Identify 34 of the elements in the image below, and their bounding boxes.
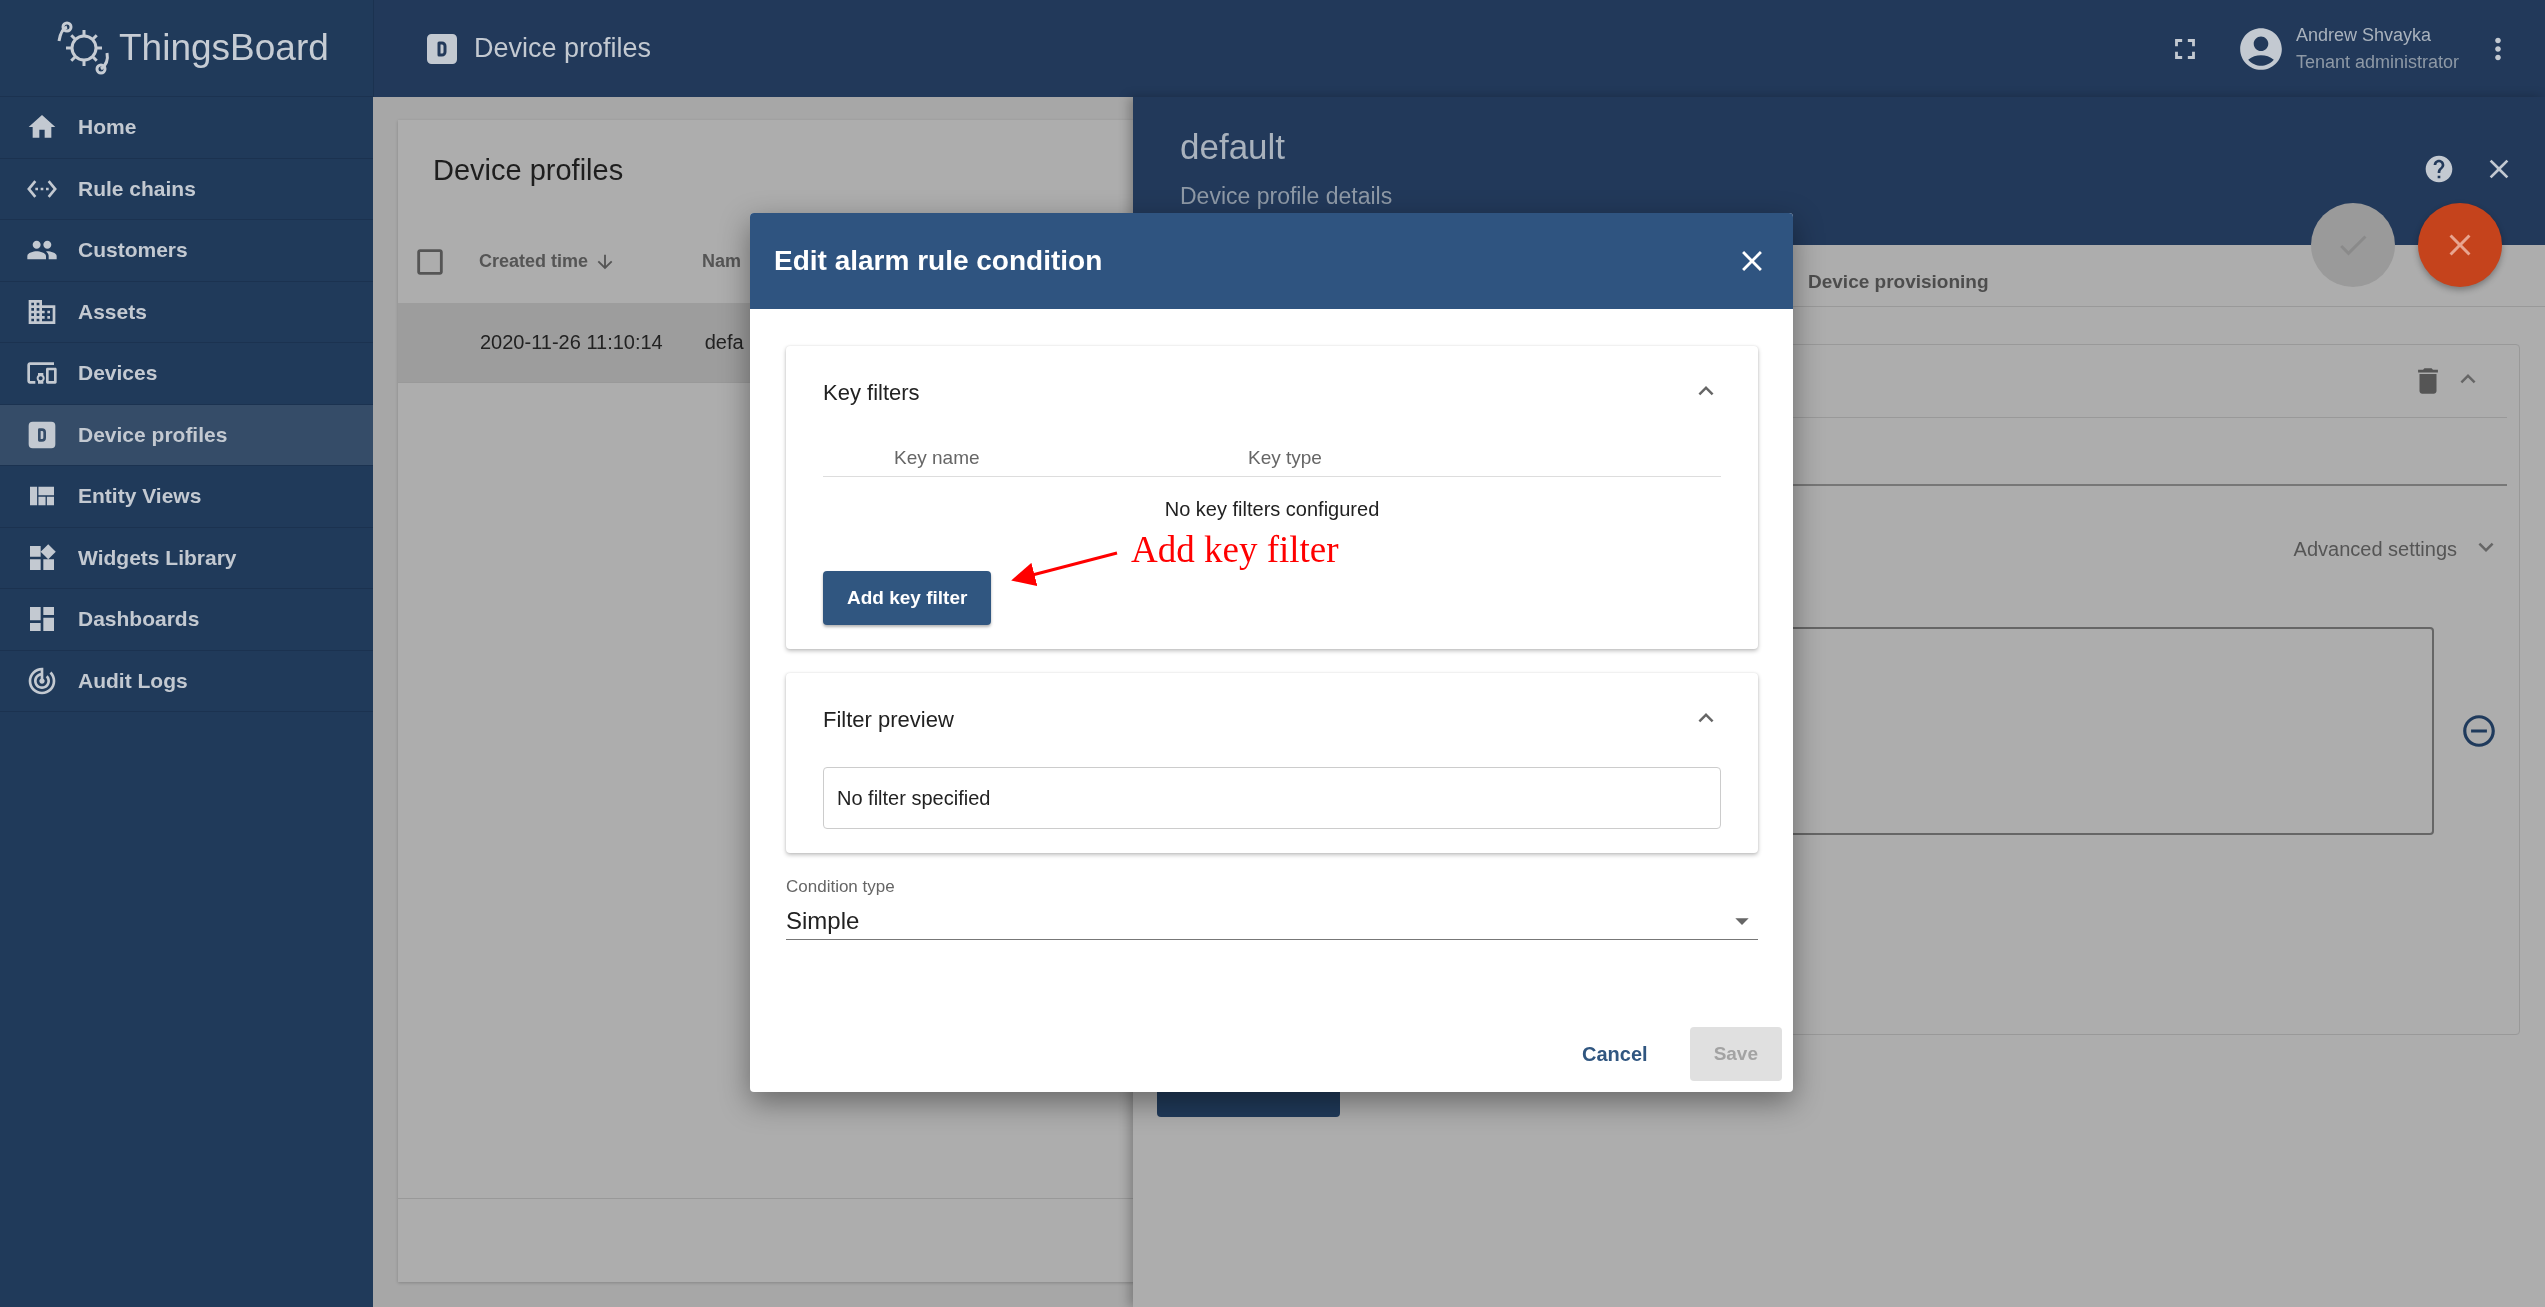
page-title: Device profiles [474,33,652,64]
cancel-button[interactable]: Cancel [1564,1027,1666,1081]
filter-preview-field: No filter specified [823,767,1721,829]
sidebar-item[interactable]: Assets [0,281,373,343]
help-icon[interactable] [2423,153,2455,185]
sidebar-item[interactable]: Audit Logs [0,650,373,712]
list-title: Device profiles [432,152,625,188]
field-label: Condition type [786,877,896,897]
sidebar-item[interactable]: Customers [0,220,373,282]
user-role: Tenant administrator [2295,51,2459,73]
sidebar-item[interactable]: Home [0,97,373,159]
condition-type-select[interactable]: Simple [786,907,860,935]
table-cell: 2020-11-26 11:10:14 [480,331,663,354]
logo-text: ThingsBoard [119,27,329,69]
annotation-text: Add key filter [1131,528,1339,571]
column-header: Key name [894,447,981,469]
panel-title[interactable]: Filter preview [823,707,954,733]
sidebar-item[interactable]: Dashboards [0,589,373,651]
details-subtitle: Device profile details [1180,183,1393,210]
empty-message: No key filters configured [1164,498,1380,520]
panel-title[interactable]: Key filters [823,380,920,406]
table-cell: defa [704,331,744,354]
dialog-title: Edit alarm rule condition [774,245,1103,277]
close-fab[interactable] [2418,203,2502,287]
remove-icon[interactable] [2460,712,2498,750]
column-header: Key type [1248,447,1323,469]
sidebar-item[interactable]: Devices [0,343,373,405]
tab[interactable]: Device provisioning [1808,270,1989,293]
sidebar-item[interactable]: Entity Views [0,466,373,528]
add-key-filter-button[interactable]: Add key filter [823,571,992,625]
details-title: default [1180,127,1287,167]
sidebar-item[interactable]: Widgets Library [0,527,373,589]
sidebar-item[interactable]: Device profiles [0,404,373,466]
user-name: Andrew Shvayka [2295,24,2432,46]
